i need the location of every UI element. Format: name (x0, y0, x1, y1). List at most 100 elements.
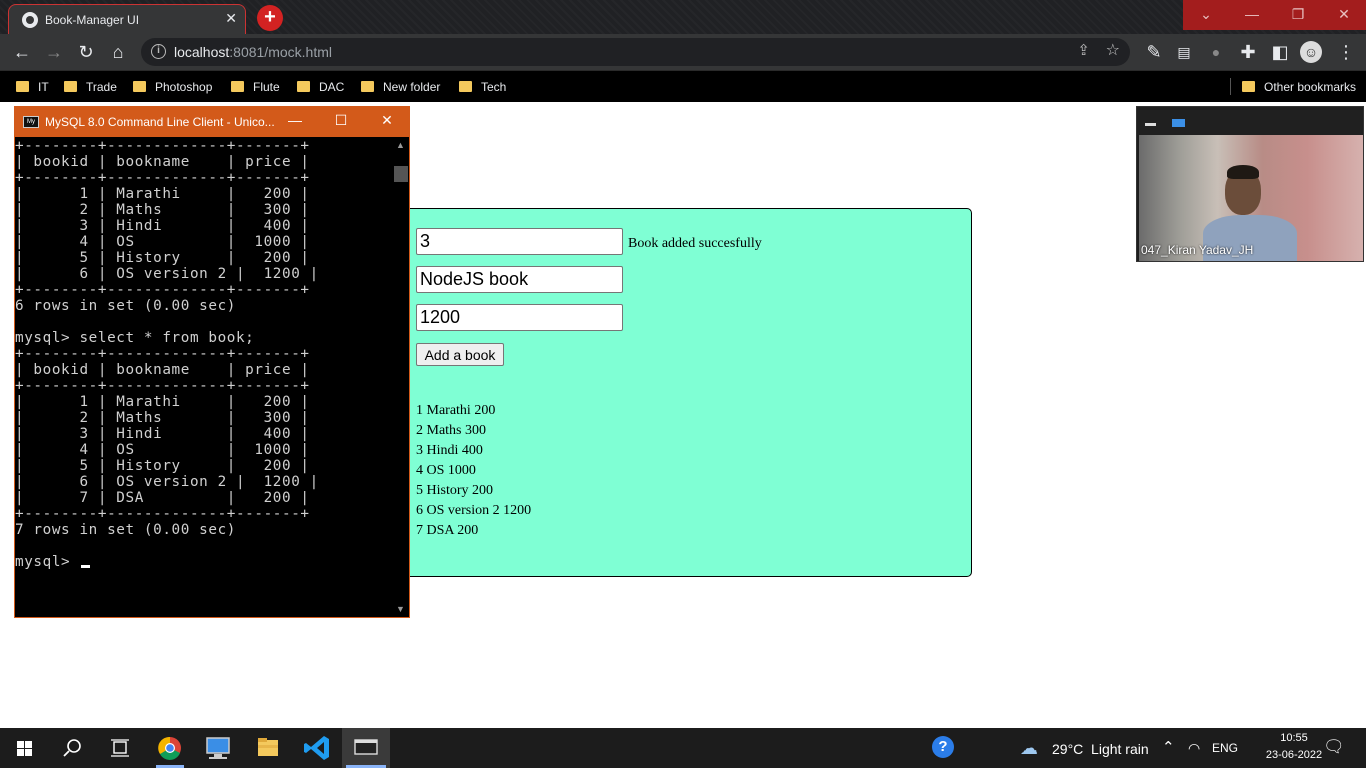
bookmarks-bar: IT Trade Photoshop Flute DAC New folder … (0, 70, 1366, 102)
start-button[interactable] (0, 728, 48, 768)
scrollbar-thumb[interactable] (394, 166, 408, 182)
terminal-line: +--------+-------------+-------+ (15, 282, 310, 298)
folder-icon (231, 81, 244, 92)
wifi-icon[interactable]: ◠ (1188, 740, 1200, 757)
scroll-down-icon[interactable]: ▼ (396, 604, 405, 614)
terminal-line: | 2 | Maths | 300 | (15, 202, 310, 218)
maximize-icon[interactable]: ☐ (331, 112, 351, 129)
bookmark-folder[interactable]: Flute (231, 78, 280, 96)
terminal-line: | bookid | bookname | price | (15, 154, 310, 170)
language-indicator[interactable]: ENG (1212, 741, 1238, 755)
remote-desktop-taskbar-button[interactable] (194, 728, 242, 768)
terminal-prompt: mysql> (15, 554, 80, 570)
calendar-extension-icon[interactable]: ▤ (1172, 40, 1196, 64)
profile-avatar[interactable]: ☺ (1300, 41, 1322, 63)
book-manager-card: Book added succesfully Add a book 1 Mara… (402, 208, 972, 577)
forward-icon[interactable]: → (42, 40, 66, 64)
folder-icon (361, 81, 374, 92)
close-tab-icon[interactable]: ✕ (225, 10, 237, 27)
minimize-icon[interactable] (1145, 123, 1156, 126)
add-book-button[interactable]: Add a book (416, 343, 504, 366)
book-name-input[interactable] (416, 266, 623, 293)
puzzle-extensions-icon[interactable]: ✚ (1236, 40, 1260, 64)
book-price-input[interactable] (416, 304, 623, 331)
share-icon[interactable]: ⇪ (1077, 41, 1090, 59)
folder-icon (297, 81, 310, 92)
terminal-line: | bookid | bookname | price | (15, 362, 310, 378)
chrome-icon (156, 736, 184, 768)
minimize-icon[interactable]: — (285, 112, 305, 128)
task-view-button[interactable] (96, 728, 144, 768)
folder-icon (16, 81, 29, 92)
list-item: 7 DSA 200 (416, 523, 479, 538)
url-path: :8081/mock.html (229, 44, 332, 60)
reload-icon[interactable]: ↻ (74, 40, 98, 64)
tab-search-button[interactable]: ⌄ (1183, 0, 1229, 30)
status-message: Book added succesfully (628, 236, 762, 251)
mysql-taskbar-button[interactable] (342, 728, 390, 768)
list-item: 2 Maths 300 (416, 423, 486, 438)
bookmark-folder[interactable]: DAC (297, 78, 344, 96)
bookmark-folder[interactable]: Trade (64, 78, 117, 96)
mysql-console-window[interactable]: My MySQL 8.0 Command Line Client - Unico… (14, 106, 410, 618)
task-view-icon (111, 739, 129, 757)
mysql-app-icon: My (23, 116, 39, 128)
list-item: 1 Marathi 200 (416, 403, 496, 418)
scroll-up-icon[interactable]: ▲ (396, 140, 405, 150)
terminal-line: | 3 | Hindi | 400 | (15, 218, 310, 234)
chrome-taskbar-button[interactable] (146, 728, 194, 768)
search-icon (63, 739, 81, 757)
terminal-line: +--------+-------------+-------+ (15, 346, 310, 362)
home-icon[interactable]: ⌂ (106, 40, 130, 64)
menu-icon[interactable]: ⋮ (1334, 40, 1358, 64)
video-controls-bar (1137, 107, 1363, 135)
close-icon[interactable]: ✕ (377, 112, 397, 129)
weather-text[interactable]: 29°C Light rain (1052, 741, 1149, 757)
file-explorer-taskbar-button[interactable] (244, 728, 292, 768)
browser-tab[interactable]: Book-Manager UI ✕ (8, 4, 246, 34)
other-bookmarks-folder[interactable]: Other bookmarks (1242, 78, 1356, 96)
bookmark-folder[interactable]: New folder (361, 78, 440, 96)
terminal-scrollbar[interactable]: ▲ ▼ (393, 138, 409, 616)
notifications-icon[interactable]: 🗨︎ (1323, 737, 1345, 757)
bookmark-folder[interactable]: Tech (459, 78, 506, 96)
terminal-line: mysql> select * from book; (15, 330, 255, 346)
extension-icon[interactable]: ● (1204, 40, 1228, 64)
minimize-button[interactable]: — (1229, 0, 1275, 30)
pen-icon[interactable]: ✎ (1142, 40, 1166, 64)
vscode-taskbar-button[interactable] (294, 728, 342, 768)
new-tab-button[interactable]: + (257, 5, 283, 31)
terminal-line: +--------+-------------+-------+ (15, 138, 310, 154)
vscode-icon (304, 736, 329, 760)
help-icon[interactable]: ? (932, 736, 954, 758)
side-panel-icon[interactable]: ◧ (1268, 40, 1292, 64)
url-host: localhost (174, 44, 230, 60)
clock-time[interactable]: 10:55 (1266, 732, 1322, 744)
back-icon[interactable]: ← (10, 40, 34, 64)
search-button[interactable] (48, 728, 96, 768)
video-call-window[interactable]: 047_Kiran Yadav_JH (1136, 106, 1364, 262)
list-item: 6 OS version 2 1200 (416, 503, 532, 518)
participant-name: 047_Kiran Yadav_JH (1141, 243, 1254, 257)
info-icon[interactable]: i (151, 44, 166, 59)
mysql-title-bar[interactable]: My MySQL 8.0 Command Line Client - Unico… (15, 107, 409, 137)
browser-tab-bar: Book-Manager UI ✕ + ⌄ — ❐ ✕ (0, 0, 1366, 34)
screen-share-icon[interactable] (1172, 119, 1185, 127)
url-text: localhost:8081/mock.html (174, 44, 332, 60)
terminal-output[interactable]: +--------+-------------+-------+ | bookid… (15, 138, 395, 616)
list-item: 4 OS 1000 (416, 463, 476, 478)
chevron-up-icon[interactable]: ⌃ (1162, 738, 1175, 756)
participant-hair (1227, 165, 1259, 179)
restore-button[interactable]: ❐ (1275, 0, 1321, 30)
bookmark-folder[interactable]: IT (16, 78, 49, 96)
clock-date[interactable]: 23-06-2022 (1262, 749, 1326, 761)
terminal-line: 7 rows in set (0.00 sec) (15, 522, 236, 538)
bookmark-folder[interactable]: Photoshop (133, 78, 212, 96)
book-id-input[interactable] (416, 228, 623, 255)
address-bar[interactable]: i localhost:8081/mock.html ⇪ ☆ (141, 38, 1130, 66)
book-list: 1 Marathi 200 2 Maths 300 3 Hindi 400 4 … (416, 401, 531, 541)
bookmark-star-icon[interactable]: ☆ (1106, 40, 1120, 60)
close-window-button[interactable]: ✕ (1321, 0, 1366, 30)
computer-icon (206, 737, 230, 759)
